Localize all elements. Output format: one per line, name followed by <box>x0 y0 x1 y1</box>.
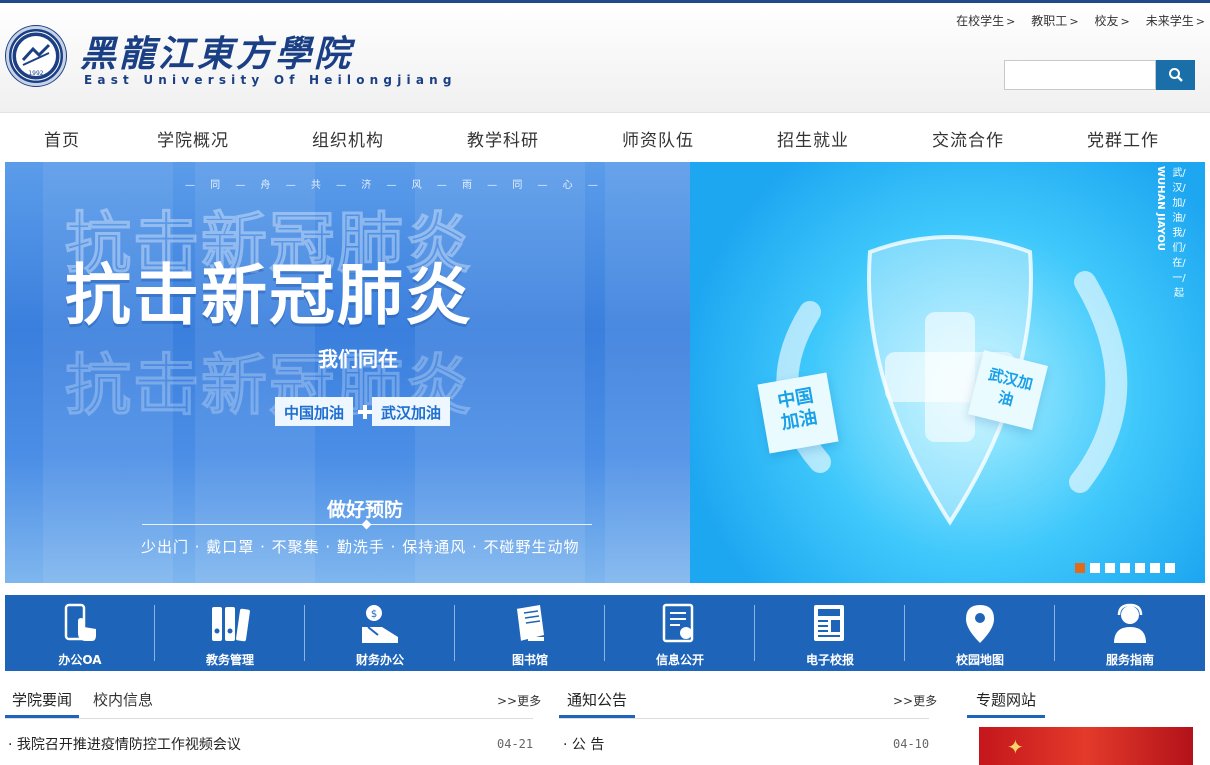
nav-teaching-research[interactable]: 教学科研 <box>467 126 539 151</box>
binders-icon <box>212 607 250 642</box>
service-label: 办公OA <box>58 653 102 667</box>
carousel-dot[interactable] <box>1105 563 1115 573</box>
book-icon <box>515 605 544 642</box>
banner-shield-graphic <box>690 162 1205 583</box>
school-name-cn[interactable]: 黑龍江東方學院 <box>80 25 353 77</box>
search-input[interactable] <box>1004 60 1156 90</box>
quick-link-staff[interactable]: 教职工 > <box>1031 12 1078 29</box>
banner-prevention-title: 做好预防 <box>327 499 404 521</box>
service-label: 财务办公 <box>355 653 404 667</box>
chevron-right-icon: > <box>1069 15 1079 28</box>
nav-faculty[interactable]: 师资队伍 <box>622 126 694 151</box>
tab-campus-info[interactable]: 校内信息 <box>93 689 153 710</box>
nav-cooperation[interactable]: 交流合作 <box>932 126 1004 151</box>
carousel-dot[interactable] <box>1165 563 1175 573</box>
carousel-dot[interactable] <box>1075 563 1085 573</box>
carousel-dots <box>1075 563 1175 573</box>
quick-link-students[interactable]: 在校学生 > <box>956 12 1015 29</box>
quick-link-alumni[interactable]: 校友 > <box>1095 12 1130 29</box>
list-item-date: 04-21 <box>497 737 534 751</box>
service-e-newspaper[interactable]: 电子校报 <box>755 595 905 671</box>
header: 1992 黑龍江東方學院 East University Of Heilongj… <box>0 3 1210 113</box>
chevron-right-icon: > <box>1120 15 1130 28</box>
chevron-right-icon: > <box>1006 15 1016 28</box>
service-label: 服务指南 <box>1105 653 1154 667</box>
money-hand-icon: $ <box>362 605 398 643</box>
service-finance[interactable]: $ 财务办公 <box>305 595 455 671</box>
search-icon <box>1168 68 1183 82</box>
notices-more-link[interactable]: >>更多 <box>893 692 937 709</box>
main-nav: 首页 学院概况 组织机构 教学科研 师资队伍 招生就业 交流合作 党群工作 <box>0 114 1210 161</box>
news-tabs: 学院要闻 校内信息 <box>0 689 540 719</box>
tab-notices[interactable]: 通知公告 <box>559 689 636 718</box>
topic-tabs: 专题网站 <box>967 689 1197 719</box>
nav-home[interactable]: 首页 <box>44 126 80 151</box>
service-label: 教务管理 <box>205 653 254 667</box>
svg-text:$: $ <box>371 609 377 620</box>
seal-year: 1992 <box>28 70 43 77</box>
banner-prevention-tips: 少出门 · 戴口罩 · 不聚集 · 勤洗手 · 保持通风 · 不碰野生动物 <box>141 538 580 556</box>
hero-banner[interactable]: — 同 — 舟 — 共 — 济 — 风 — 雨 — 同 — 心 — 抗击新冠肺炎… <box>5 162 1205 583</box>
news-more-link[interactable]: >>更多 <box>497 692 541 709</box>
service-label: 电子校报 <box>805 653 854 667</box>
topic-banner-glyph: ✦ <box>1007 735 1024 759</box>
banner-tag-china: 中国加油 <box>275 397 354 426</box>
list-item-date: 04-10 <box>893 737 930 751</box>
tab-topic-sites[interactable]: 专题网站 <box>967 689 1046 718</box>
newspaper-icon <box>814 605 844 641</box>
banner-subheadline: 我们同在 <box>318 347 398 371</box>
nav-about[interactable]: 学院概况 <box>157 126 229 151</box>
map-pin-icon <box>966 605 994 643</box>
medical-shield-icon <box>776 235 1128 526</box>
plus-icon <box>358 405 372 419</box>
list-item[interactable]: · 公 告 <box>563 734 604 754</box>
carousel-dot[interactable] <box>1150 563 1160 573</box>
school-seal-logo[interactable]: 1992 <box>6 26 66 86</box>
service-academic-affairs[interactable]: 教务管理 <box>155 595 305 671</box>
service-campus-map[interactable]: 校园地图 <box>905 595 1055 671</box>
service-guide[interactable]: 服务指南 <box>1055 595 1205 671</box>
banner-tag-wuhan: 武汉加油 <box>372 397 451 426</box>
search-button[interactable] <box>1156 60 1195 90</box>
divider <box>559 718 929 719</box>
divider <box>5 718 533 719</box>
service-oa[interactable]: 办公OA <box>5 595 155 671</box>
banner-vertical-text-en: WUHAN JIAYOU <box>1155 166 1166 251</box>
service-label: 图书馆 <box>511 653 548 667</box>
phone-touch-icon <box>64 603 96 641</box>
banner-headline: 抗击新冠肺炎 <box>65 257 473 334</box>
nav-admission-employment[interactable]: 招生就业 <box>777 126 849 151</box>
school-name-en: East University Of Heilongjiang <box>84 73 457 87</box>
banner-vertical-text-cn: 武/汉/加/油/我/们/在/一/起 <box>1172 168 1186 299</box>
notice-tabs: 通知公告 <box>559 689 939 719</box>
carousel-dot[interactable] <box>1090 563 1100 573</box>
service-library[interactable]: 图书馆 <box>455 595 605 671</box>
carousel-dot[interactable] <box>1135 563 1145 573</box>
list-item[interactable]: · 我院召开推进疫情防控工作视频会议 <box>8 734 241 754</box>
quick-links: 在校学生 > 教职工 > 校友 > 未来学生 > <box>956 12 1205 29</box>
support-agent-icon <box>1114 603 1146 643</box>
service-label: 校园地图 <box>955 653 1004 667</box>
tab-college-news[interactable]: 学院要闻 <box>5 689 80 718</box>
service-info-disclosure[interactable]: 信息公开 <box>605 595 755 671</box>
seal-emblem-icon: 1992 <box>11 31 61 81</box>
banner-card-china: 中国加油 <box>757 372 839 454</box>
nav-organization[interactable]: 组织机构 <box>312 126 384 151</box>
quick-link-prospective[interactable]: 未来学生 > <box>1146 12 1205 29</box>
nav-party-mass[interactable]: 党群工作 <box>1087 126 1159 151</box>
service-bar: 办公OA 教务管理 $ 财务办公 图书馆 信息公开 电子校报 校园地图 服务指南 <box>5 595 1205 671</box>
topic-site-banner[interactable]: ✦ <box>979 727 1193 765</box>
document-icon <box>662 603 694 643</box>
banner-slogan-top: — 同 — 舟 — 共 — 济 — 风 — 雨 — 同 — 心 — <box>185 180 604 191</box>
service-label: 信息公开 <box>655 653 704 667</box>
carousel-dot[interactable] <box>1120 563 1130 573</box>
chevron-right-icon: > <box>1195 15 1205 28</box>
